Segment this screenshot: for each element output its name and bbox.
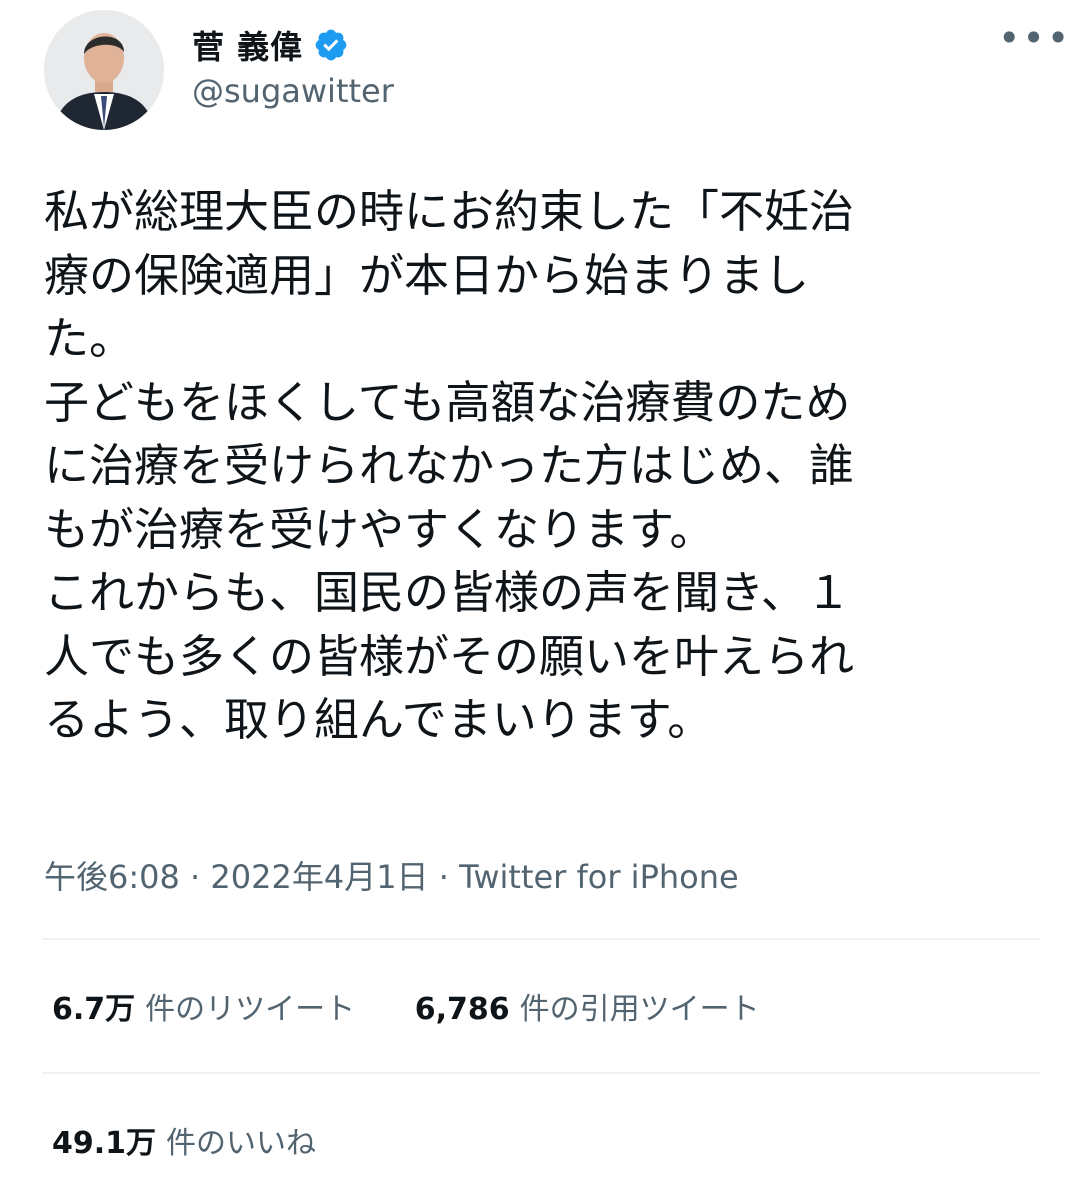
divider <box>42 1072 1040 1074</box>
tweet-metadata: 午後6:08 · 2022年4月1日 · Twitter for iPhone <box>44 852 739 898</box>
verified-badge-icon <box>315 29 347 61</box>
tweet-line: た。 <box>44 312 135 365</box>
retweets-label: 件のリツイート <box>145 992 356 1027</box>
tweet-line: 人でも多くの皆様がその願いを叶えられ <box>44 629 855 683</box>
likes-label: 件のいいね <box>166 1126 317 1161</box>
likes-count: 49.1万 <box>52 1126 157 1161</box>
likes-stat[interactable]: 49.1万 件のいいね <box>52 1118 316 1162</box>
tweet-line: 療の保険適用」が本日から始まりまし <box>44 248 810 302</box>
tweet-source[interactable]: Twitter for iPhone <box>459 858 739 896</box>
tweet-text: 私が総理大臣の時にお約束した「不妊治 療の保険適用」が本日から始まりまし た。 … <box>44 180 1044 752</box>
tweet-line: 私が総理大臣の時にお約束した「不妊治 <box>44 185 855 238</box>
tweet-date[interactable]: 2022年4月1日 <box>210 858 428 896</box>
tweet-line: るよう、取り組んでまいります。 <box>44 693 713 746</box>
author-name[interactable]: 菅 義偉 <box>192 22 303 68</box>
avatar[interactable] <box>44 10 164 130</box>
quotes-count: 6,786 <box>414 992 510 1027</box>
retweets-count: 6.7万 <box>52 992 136 1027</box>
engagement-stats: 6.7万 件のリツイート 6,786 件の引用ツイート <box>52 984 810 1028</box>
quotes-stat[interactable]: 6,786 件の引用ツイート <box>415 984 760 1028</box>
meta-separator: · <box>428 858 460 896</box>
divider <box>42 938 1040 940</box>
tweet-line: 子どもをほくしても高額な治療費のため <box>44 375 851 429</box>
meta-separator: · <box>179 858 211 896</box>
author-handle[interactable]: @sugawitter <box>192 72 394 110</box>
tweet-line: これからも、国民の皆様の声を聞き、１ <box>44 566 851 619</box>
tweet-line: もが治療を受けやすくなります。 <box>44 502 715 556</box>
quotes-label: 件の引用ツイート <box>519 992 760 1027</box>
tweet-time[interactable]: 午後6:08 <box>44 858 180 896</box>
more-options-button[interactable]: ••• <box>998 19 1071 57</box>
retweets-stat[interactable]: 6.7万 件のリツイート <box>52 984 355 1028</box>
author-name-row[interactable]: 菅 義偉 <box>192 22 349 68</box>
tweet-line: に治療を受けられなかった方はじめ、誰 <box>44 439 855 492</box>
person-photo-icon <box>44 10 164 130</box>
